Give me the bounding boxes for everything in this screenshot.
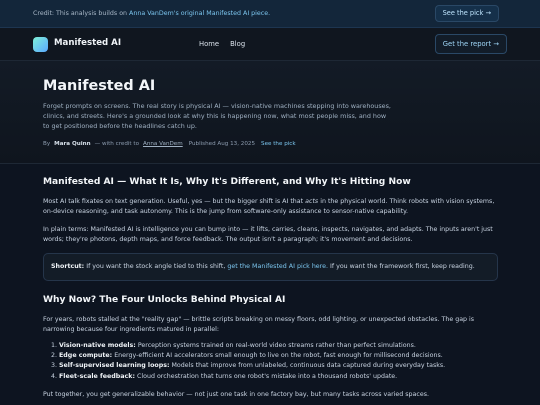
callout-text: If you want the stock angle tied to this… xyxy=(84,263,228,271)
unlocks-list: Vision-native models: Perception systems… xyxy=(59,341,498,382)
list-item: Self-supervised learning loops: Models t… xyxy=(59,361,498,371)
credit-link[interactable]: Anna VanDem's original Manifested AI pie… xyxy=(129,10,270,17)
published-date: Published Aug 13, 2025 xyxy=(188,140,256,147)
credit-prefix: Credit: This analysis builds on xyxy=(33,9,130,17)
credit-author-link[interactable]: Anna VanDem xyxy=(143,140,183,149)
list-item-text: Models that improve from unlabeled, cont… xyxy=(169,362,446,370)
credit-banner: Credit: This analysis builds on Anna Van… xyxy=(0,0,540,28)
callout-label: Shortcut: xyxy=(51,263,85,271)
list-item-label: Self-supervised learning loops: xyxy=(59,362,170,370)
byline: By Mara Quinn — with credit to Anna VanD… xyxy=(43,140,507,149)
text-span: Most AI talk fixates on text generation.… xyxy=(43,198,306,206)
paragraph: For years, robots stalled at the "realit… xyxy=(43,316,475,334)
author-name: Mara Quinn xyxy=(54,140,91,147)
nav-links: Home Blog xyxy=(199,39,245,50)
list-item-text: Energy-efficient AI accelerators small e… xyxy=(112,352,443,360)
byline-prefix: By xyxy=(43,140,51,147)
main-nav: Manifested AI Home Blog Get the report → xyxy=(0,28,540,61)
shortcut-callout: Shortcut: If you want the stock angle ti… xyxy=(43,253,498,281)
list-item-label: Vision-native models: xyxy=(59,342,136,350)
list-item-label: Edge compute: xyxy=(59,352,113,360)
hero-section: Manifested AI Forget prompts on screens.… xyxy=(0,61,540,164)
nav-blog-link[interactable]: Blog xyxy=(230,39,245,50)
list-item: Edge compute: Energy-efficient AI accele… xyxy=(59,351,498,361)
byline-pick-link[interactable]: See the pick xyxy=(261,140,296,149)
list-item: Fleet-scale feedback: Cloud orchestratio… xyxy=(59,372,498,382)
brand-name[interactable]: Manifested AI xyxy=(54,37,121,50)
section-heading: Manifested AI — What It Is, Why It's Dif… xyxy=(43,177,411,187)
see-pick-button[interactable]: See the pick → xyxy=(434,5,499,22)
callout-text: If you want the framework first, keep re… xyxy=(328,263,475,271)
get-report-button[interactable]: Get the report → xyxy=(434,33,507,55)
list-item-label: Fleet-scale feedback: xyxy=(59,372,135,380)
emphasis: acts xyxy=(305,198,319,206)
article-body: Manifested AI — What It Is, Why It's Dif… xyxy=(0,164,540,400)
list-item: Vision-native models: Perception systems… xyxy=(59,341,498,351)
callout-pick-link[interactable]: get the Manifested AI pick here. xyxy=(227,263,328,270)
nav-home-link[interactable]: Home xyxy=(199,39,219,50)
credit-text: Credit: This analysis builds on Anna Van… xyxy=(33,9,270,19)
page-dek: Forget prompts on screens. The real stor… xyxy=(43,101,391,130)
credit-text-inline: — with credit to xyxy=(94,140,140,147)
list-item-text: Perception systems trained on real-world… xyxy=(135,342,416,350)
brand-logo-icon[interactable] xyxy=(33,36,48,52)
page-title: Manifested AI xyxy=(43,78,156,94)
paragraph: Most AI talk fixates on text generation.… xyxy=(43,197,498,217)
section-heading: Why Now? The Four Unlocks Behind Physica… xyxy=(43,294,286,305)
paragraph: In plain terms: Manifested AI is intelli… xyxy=(43,226,493,244)
list-item-text: Cloud orchestration that turns one robot… xyxy=(134,372,398,380)
paragraph: Put together, you get generalizable beha… xyxy=(43,390,430,398)
